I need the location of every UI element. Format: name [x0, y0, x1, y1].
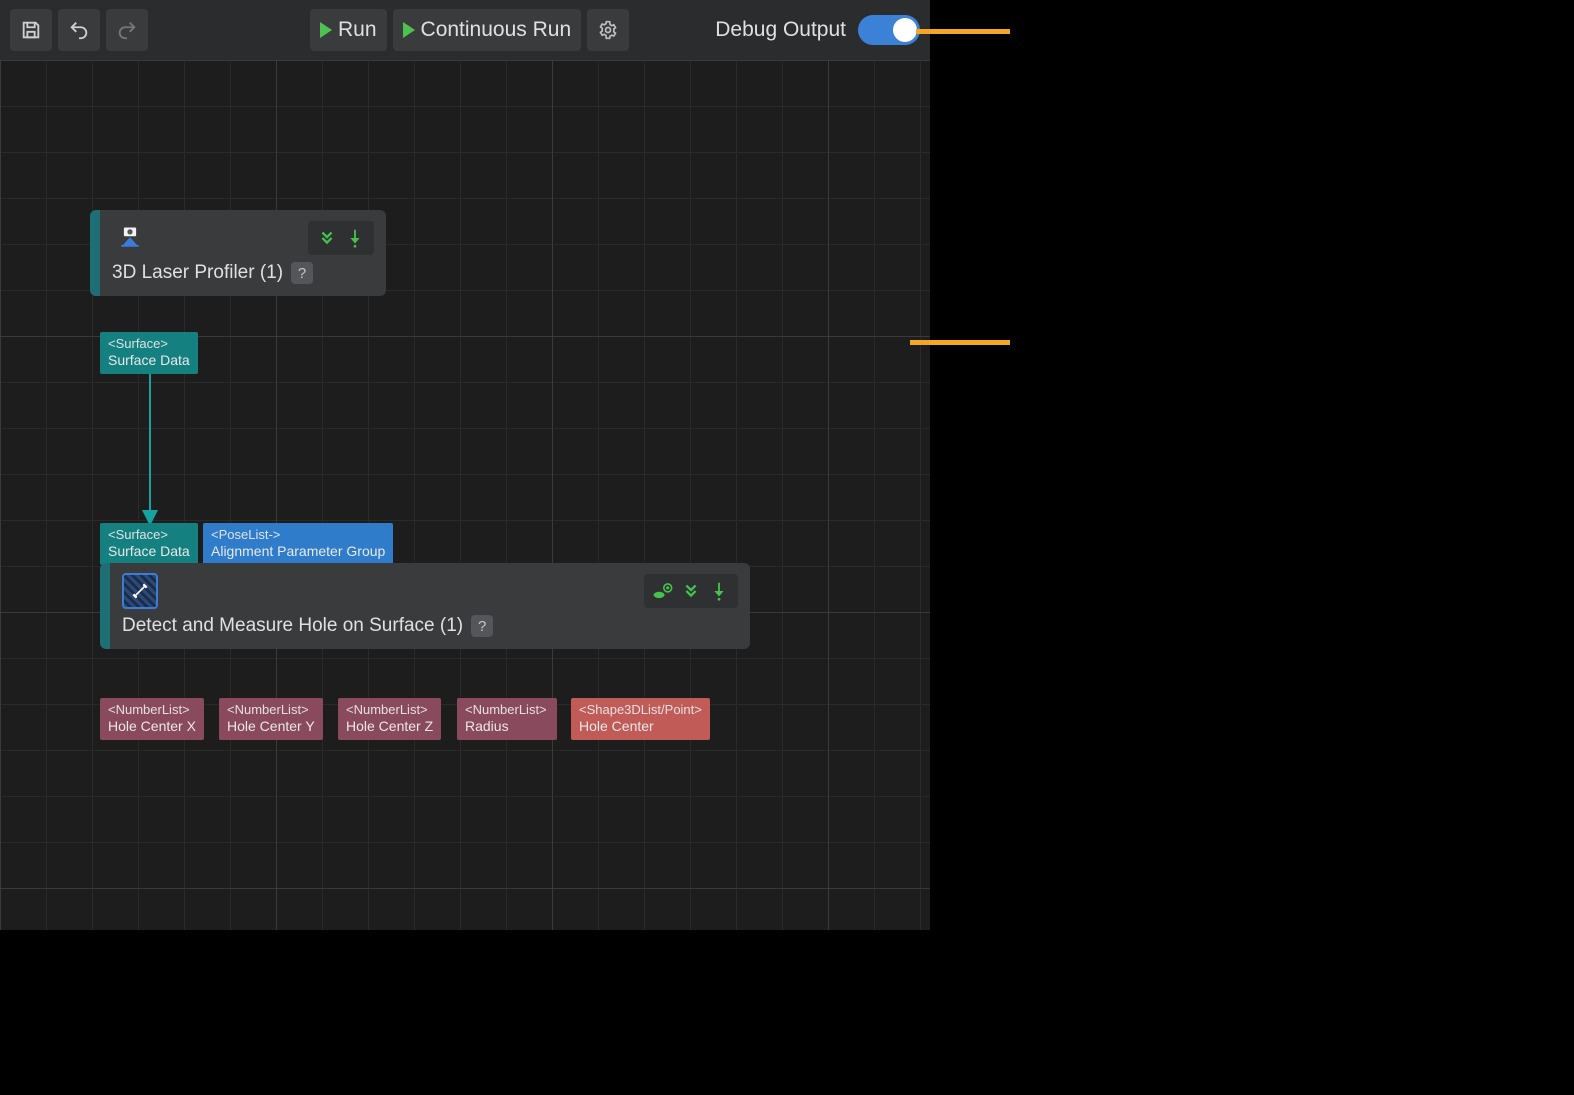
port-name: Radius: [465, 718, 509, 734]
port-name: Hole Center X: [108, 718, 196, 734]
node-action-icons: [644, 574, 738, 608]
port-type: <Surface>: [108, 527, 190, 543]
play-icon: [403, 22, 415, 38]
output-port-hole-center[interactable]: <Shape3DList/Point> Hole Center: [571, 698, 710, 740]
help-icon[interactable]: ?: [471, 615, 493, 637]
run-button[interactable]: Run: [310, 9, 387, 51]
download-arrow-icon[interactable]: [344, 227, 366, 249]
port-name: Hole Center Y: [227, 718, 315, 734]
run-label: Run: [338, 18, 377, 42]
continuous-run-label: Continuous Run: [421, 18, 572, 42]
output-port-hole-center-z[interactable]: <NumberList> Hole Center Z: [338, 698, 441, 740]
output-port-hole-center-y[interactable]: <NumberList> Hole Center Y: [219, 698, 323, 740]
port-name: Surface Data: [108, 352, 190, 368]
port-type: <Shape3DList/Point>: [579, 702, 702, 718]
port-type: <NumberList>: [227, 702, 315, 718]
expand-down-icon[interactable]: [316, 227, 338, 249]
port-name: Hole Center: [579, 718, 654, 734]
port-name: Alignment Parameter Group: [211, 543, 385, 559]
node-title: Detect and Measure Hole on Surface (1): [122, 615, 463, 637]
undo-button[interactable]: [58, 9, 100, 51]
annotation-callout-line-canvas: [910, 340, 1010, 345]
save-button[interactable]: [10, 9, 52, 51]
output-port-surface-data[interactable]: <Surface> Surface Data: [100, 332, 198, 374]
play-icon: [320, 22, 332, 38]
node-graph-canvas[interactable]: Run Continuous Run Debug Output: [0, 0, 930, 930]
port-name: Hole Center Z: [346, 718, 433, 734]
input-port-alignment-param-group[interactable]: <PoseList-> Alignment Parameter Group: [203, 523, 393, 565]
continuous-run-button[interactable]: Continuous Run: [393, 9, 582, 51]
node-title-row: Detect and Measure Hole on Surface (1) ?: [110, 615, 750, 649]
redo-button[interactable]: [106, 9, 148, 51]
debug-output-toggle[interactable]: [858, 15, 920, 45]
port-type: <NumberList>: [465, 702, 549, 718]
settings-button[interactable]: [587, 9, 629, 51]
node-title-row: 3D Laser Profiler (1) ?: [100, 262, 386, 296]
node-header: [110, 563, 750, 615]
port-type: <PoseList->: [211, 527, 385, 543]
node-action-icons: [308, 221, 374, 255]
expand-down-icon[interactable]: [680, 580, 702, 602]
canvas-toolbar: Run Continuous Run Debug Output: [0, 0, 930, 60]
help-icon[interactable]: ?: [291, 262, 313, 284]
annotation-callout-line-toggle: [916, 29, 1010, 34]
node-title: 3D Laser Profiler (1): [112, 262, 283, 284]
measure-icon: [122, 573, 158, 609]
output-port-radius[interactable]: <NumberList> Radius: [457, 698, 557, 740]
visibility-eye-icon[interactable]: [652, 580, 674, 602]
toggle-knob: [893, 18, 917, 42]
node-detect-measure-hole[interactable]: Detect and Measure Hole on Surface (1) ?: [100, 563, 750, 649]
debug-output-label: Debug Output: [715, 18, 846, 42]
port-type: <NumberList>: [346, 702, 433, 718]
input-port-surface-data[interactable]: <Surface> Surface Data: [100, 523, 198, 565]
port-type: <Surface>: [108, 336, 190, 352]
camera-profiler-icon: [112, 220, 148, 256]
port-type: <NumberList>: [108, 702, 196, 718]
node-3d-laser-profiler[interactable]: 3D Laser Profiler (1) ?: [90, 210, 386, 296]
output-port-hole-center-x[interactable]: <NumberList> Hole Center X: [100, 698, 204, 740]
download-arrow-icon[interactable]: [708, 580, 730, 602]
port-name: Surface Data: [108, 543, 190, 559]
node-header: [100, 210, 386, 262]
